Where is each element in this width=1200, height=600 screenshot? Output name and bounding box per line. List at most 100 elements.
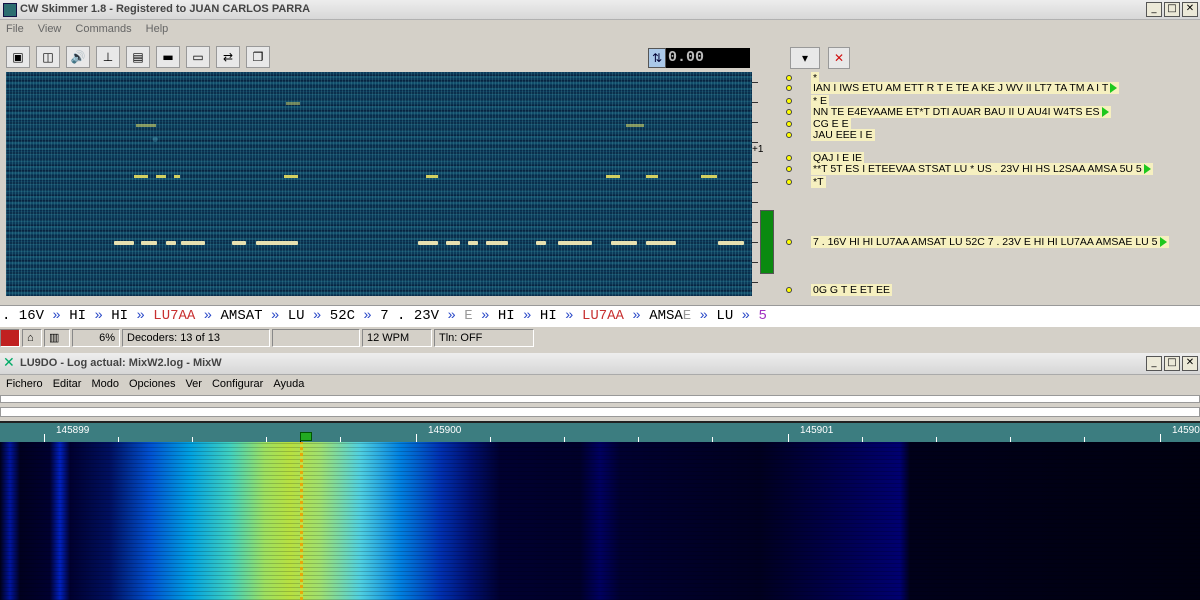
network-icon[interactable]: ⇄	[216, 46, 240, 68]
mixw-frequency-scale[interactable]: 145899 145900 145901 14590	[0, 421, 1200, 442]
signal-level-bar	[760, 210, 774, 274]
skimmer-titlebar[interactable]: CW Skimmer 1.8 - Registered to JUAN CARL…	[0, 0, 1200, 20]
call-row[interactable]: JAU EEE I E	[811, 129, 875, 141]
list-menu-icon[interactable]: ▾	[790, 47, 820, 69]
decoder-separator: »	[355, 308, 381, 324]
call-dot-icon	[786, 166, 792, 172]
decoder-separator: »	[623, 308, 650, 324]
mixw-close-button[interactable]: ✕	[1182, 356, 1198, 371]
play-arrow-icon[interactable]	[1159, 237, 1167, 248]
menu-ver[interactable]: Ver	[185, 378, 202, 390]
decoder-token: E	[682, 308, 692, 324]
play-arrow-icon[interactable]	[1101, 107, 1109, 118]
decoder-token: LU7AA	[153, 308, 196, 324]
decoder-token: LU	[287, 308, 305, 324]
decoder-token: E	[464, 308, 473, 324]
call-dot-icon	[786, 239, 792, 245]
menu-editar[interactable]: Editar	[53, 378, 82, 390]
mixw-waterfall[interactable]	[0, 442, 1200, 600]
call-row[interactable]: *T	[811, 176, 826, 188]
call-row-text: 0G G T E ET EE	[813, 284, 891, 296]
clear-icon[interactable]: ✕	[828, 47, 850, 69]
updown-arrows-icon[interactable]: ⇅	[648, 48, 666, 68]
play-arrow-icon[interactable]	[1110, 83, 1118, 94]
mixw-maximize-button[interactable]: □	[1164, 356, 1180, 371]
call-dot-icon	[786, 287, 792, 293]
call-dot-icon	[786, 75, 792, 81]
decoder-separator: »	[733, 308, 759, 324]
mixw-rx-text[interactable]	[0, 395, 1200, 403]
call-dot-icon	[786, 109, 792, 115]
callsign-list[interactable]: ▾ ✕ * IAN I IWS ETU AM ETT R T E TE A KE …	[784, 47, 1200, 298]
windows-icon[interactable]: ❐	[246, 46, 270, 68]
radio-icon[interactable]: ▣	[6, 46, 30, 68]
menu-file[interactable]: File	[6, 23, 24, 35]
ruler-icon[interactable]: ▬	[156, 46, 180, 68]
call-row-text: *T	[813, 176, 824, 188]
decoder-token: HI	[111, 308, 129, 324]
call-row[interactable]: **T 5T ES I ETEEVAA STSAT LU * US . 23V …	[811, 163, 1153, 175]
speaker-icon[interactable]: 🔊	[66, 46, 90, 68]
menu-modo[interactable]: Modo	[91, 378, 119, 390]
soundcard-icon[interactable]: ◫	[36, 46, 60, 68]
freq-label: 145901	[800, 425, 834, 436]
decoder-separator: »	[195, 308, 221, 324]
menu-fichero[interactable]: Fichero	[6, 378, 43, 390]
call-dot-icon	[786, 179, 792, 185]
decoder-separator: »	[44, 308, 70, 324]
skimmer-statusbar: ⌂ ▥ 6% Decoders: 13 of 13 12 WPM Tln: OF…	[0, 328, 1200, 348]
decoder-separator: »	[262, 308, 288, 324]
menu-opciones[interactable]: Opciones	[129, 378, 175, 390]
wpm-status: 12 WPM	[362, 329, 432, 347]
skimmer-toolbar: ▣ ◫ 🔊 ⊥ ▤ ▬ ▭ ⇄ ❐	[6, 46, 270, 70]
maximize-button[interactable]: □	[1164, 2, 1180, 17]
meter-icon: ▥	[44, 329, 70, 347]
mixw-window: ✕ LU9DO - Log actual: MixW2.log - MixW _…	[0, 353, 1200, 600]
skimmer-waterfall[interactable]	[6, 72, 752, 296]
mixw-minimize-button[interactable]: _	[1146, 356, 1162, 371]
freq-label: 145900	[428, 425, 462, 436]
mixw-title: LU9DO - Log actual: MixW2.log - MixW	[20, 357, 222, 369]
decoder-token: 52C	[329, 308, 356, 324]
skimmer-app-icon	[3, 3, 17, 17]
mixw-tx-text[interactable]	[0, 407, 1200, 417]
mixw-app-icon: ✕	[3, 355, 15, 371]
decoder-token: HI	[539, 308, 557, 324]
decoders-status: Decoders: 13 of 13	[122, 329, 270, 347]
call-row-text: **T 5T ES I ETEEVAA STSAT LU * US . 23V …	[813, 163, 1142, 175]
call-row[interactable]: IAN I IWS ETU AM ETT R T E TE A KE J WV …	[811, 82, 1120, 94]
decoder-token: . 16V	[2, 308, 45, 324]
mixw-titlebar[interactable]: ✕ LU9DO - Log actual: MixW2.log - MixW _…	[0, 353, 1200, 375]
waterfall-icon[interactable]: ⊥	[96, 46, 120, 68]
decoder-token: HI	[69, 308, 87, 324]
decoder-separator: »	[691, 308, 717, 324]
decoder-token: 5	[758, 308, 767, 324]
minimize-button[interactable]: _	[1146, 2, 1162, 17]
freq-label: 14590	[1172, 425, 1200, 436]
freq-offset-box[interactable]: ⇅ 0.00	[648, 48, 750, 68]
decoder-token: AMSAT	[220, 308, 263, 324]
scale-label: +1	[752, 144, 764, 155]
lock-icon[interactable]: ⌂	[22, 329, 42, 347]
tuning-cursor[interactable]	[300, 442, 303, 600]
tuning-flag-icon[interactable]	[300, 432, 312, 441]
menu-help[interactable]: Help	[146, 23, 169, 35]
decoder-separator: »	[86, 308, 112, 324]
call-row-text: IAN I IWS ETU AM ETT R T E TE A KE J WV …	[813, 82, 1109, 94]
menu-view[interactable]: View	[38, 23, 62, 35]
menu-commands[interactable]: Commands	[75, 23, 131, 35]
decoder-line: . 16V » HI » HI » LU7AA » AMSAT » LU » 5…	[0, 305, 1200, 327]
notepad-icon[interactable]: ▭	[186, 46, 210, 68]
call-row[interactable]: 0G G T E ET EE	[811, 284, 893, 296]
record-icon[interactable]	[0, 329, 20, 347]
decoder-token: LU7AA	[581, 308, 624, 324]
call-row[interactable]: 7 . 16V HI HI LU7AA AMSAT LU 52C 7 . 23V…	[811, 236, 1169, 248]
decoder-token: LU	[716, 308, 734, 324]
save-icon[interactable]: ▤	[126, 46, 150, 68]
call-row[interactable]: NN TE E4EYAAME ET*T DTI AUAR BAU II U AU…	[811, 106, 1111, 118]
menu-ayuda[interactable]: Ayuda	[273, 378, 304, 390]
play-arrow-icon[interactable]	[1143, 164, 1151, 175]
decoder-token: HI	[497, 308, 515, 324]
menu-configurar[interactable]: Configurar	[212, 378, 263, 390]
close-button[interactable]: ✕	[1182, 2, 1198, 17]
